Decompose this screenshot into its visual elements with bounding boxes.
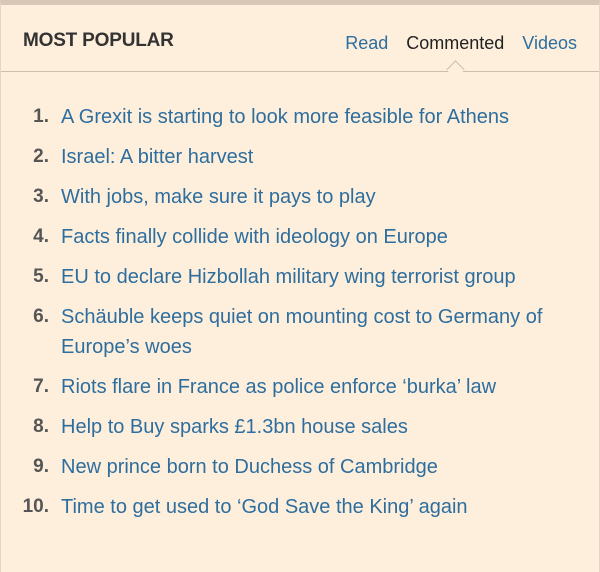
item-number: 1. — [33, 106, 49, 127]
article-link[interactable]: Riots flare in France as police enforce … — [61, 372, 581, 402]
item-number: 2. — [33, 146, 49, 167]
article-link[interactable]: EU to declare Hizbollah military wing te… — [61, 262, 581, 292]
list-item: 4. Facts finally collide with ideology o… — [1, 222, 600, 252]
item-number: 3. — [33, 186, 49, 207]
list-item: 10. Time to get used to ‘God Save the Ki… — [1, 492, 600, 522]
item-number: 8. — [33, 416, 49, 437]
list-item: 8. Help to Buy sparks £1.3bn house sales — [1, 412, 600, 442]
tab-videos[interactable]: Videos — [522, 33, 577, 54]
item-number: 5. — [33, 266, 49, 287]
article-link[interactable]: Help to Buy sparks £1.3bn house sales — [61, 412, 581, 442]
article-link[interactable]: New prince born to Duchess of Cambridge — [61, 452, 581, 482]
list-item: 2. Israel: A bitter harvest — [1, 142, 600, 172]
list-item: 5. EU to declare Hizbollah military wing… — [1, 262, 600, 292]
list-item: 3. With jobs, make sure it pays to play — [1, 182, 600, 212]
tab-commented[interactable]: Commented — [406, 33, 505, 79]
tab-read[interactable]: Read — [345, 33, 388, 54]
list-item: 6. Schäuble keeps quiet on mounting cost… — [1, 302, 600, 362]
widget-header: MOST POPULAR Read Commented Videos — [1, 5, 599, 79]
list-item: 7. Riots flare in France as police enfor… — [1, 372, 600, 402]
item-number: 7. — [33, 376, 49, 397]
widget-title: MOST POPULAR — [23, 30, 174, 51]
article-link[interactable]: A Grexit is starting to look more feasib… — [61, 102, 581, 132]
tab-commented-label: Commented — [406, 33, 505, 53]
item-number: 6. — [33, 306, 49, 327]
article-link[interactable]: Time to get used to ‘God Save the King’ … — [61, 492, 581, 522]
item-number: 10. — [22, 496, 49, 517]
list-item: 1. A Grexit is starting to look more fea… — [1, 102, 600, 132]
article-link[interactable]: Schäuble keeps quiet on mounting cost to… — [61, 302, 581, 362]
popular-list: 1. A Grexit is starting to look more fea… — [1, 102, 600, 532]
most-popular-widget: MOST POPULAR Read Commented Videos 1. A … — [0, 0, 600, 572]
item-number: 4. — [33, 226, 49, 247]
tab-bar: Read Commented Videos — [345, 33, 577, 79]
article-link[interactable]: With jobs, make sure it pays to play — [61, 182, 581, 212]
list-item: 9. New prince born to Duchess of Cambrid… — [1, 452, 600, 482]
active-tab-pointer-icon — [446, 60, 465, 79]
article-link[interactable]: Facts finally collide with ideology on E… — [61, 222, 581, 252]
article-link[interactable]: Israel: A bitter harvest — [61, 142, 581, 172]
item-number: 9. — [33, 456, 49, 477]
